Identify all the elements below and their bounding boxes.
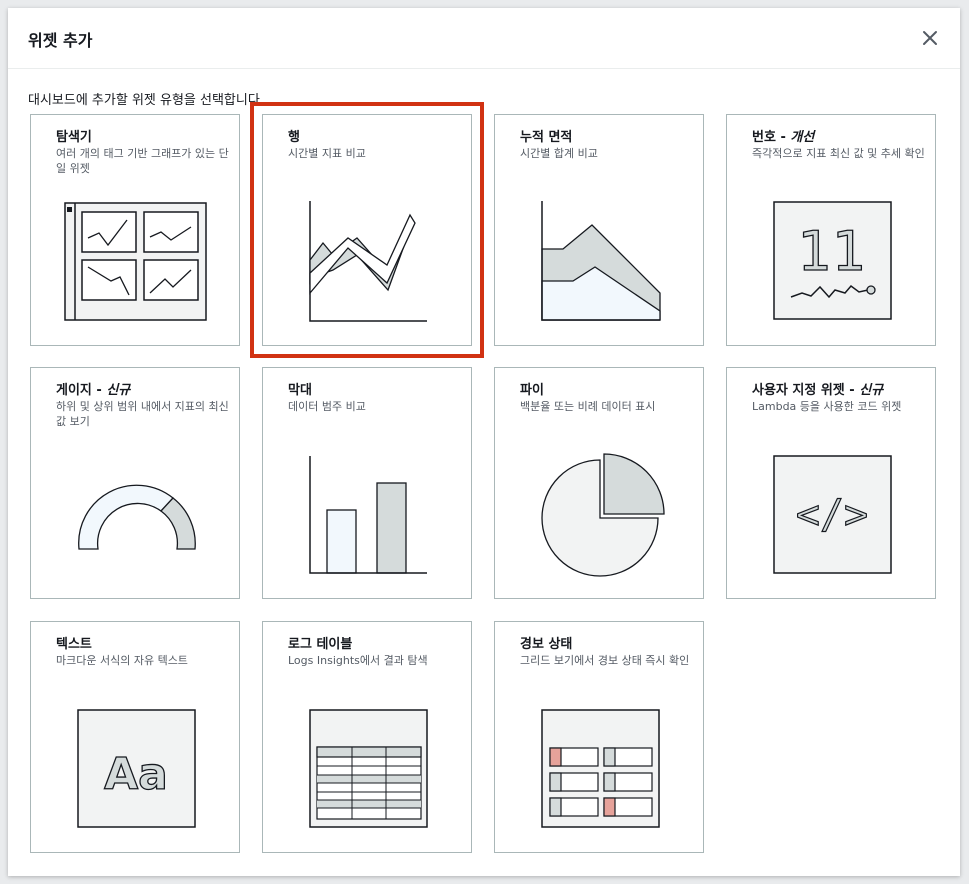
svg-text:11: 11 (798, 220, 867, 283)
widget-card-custom[interactable]: 사용자 지정 위젯 - 신규 Lambda 등을 사용한 코드 위젯 </> (726, 367, 936, 599)
svg-text:Aa: Aa (104, 749, 168, 800)
table-icon (309, 709, 428, 828)
widget-card-logs-table[interactable]: 로그 테이블 Logs Insights에서 결과 탐색 (262, 621, 472, 853)
widget-card-number[interactable]: 번호 - 개선 즉각적으로 지표 최신 값 및 추세 확인 11 (726, 114, 936, 346)
widget-card-stacked-area[interactable]: 누적 면적 시간별 합계 비교 (494, 114, 704, 346)
close-button[interactable] (918, 26, 942, 50)
pie-chart-icon (541, 453, 665, 577)
stacked-area-icon (541, 201, 661, 321)
explorer-icon (64, 202, 207, 321)
text-icon: Aa (77, 709, 196, 828)
widget-card-alarm-status[interactable]: 경보 상태 그리드 보기에서 경보 상태 즉시 확인 (494, 621, 704, 853)
modal-title: 위젯 추가 (28, 31, 93, 50)
widget-card-gauge[interactable]: 게이지 - 신규 하위 및 상위 범위 내에서 지표의 최신 값 보기 (30, 367, 240, 599)
bar-chart-icon (309, 456, 427, 574)
code-icon: </> (773, 455, 892, 574)
alarm-status-icon (541, 709, 660, 828)
widget-card-explorer[interactable]: 탐색기 여러 개의 태그 기반 그래프가 있는 단일 위젯 (30, 114, 240, 346)
number-icon: 11 (773, 201, 892, 320)
svg-text:</>: </> (796, 492, 868, 538)
widget-card-bar[interactable]: 막대 데이터 범주 비교 (262, 367, 472, 599)
line-chart-icon (309, 201, 427, 322)
widget-card-pie[interactable]: 파이 백분율 또는 비례 데이터 표시 (494, 367, 704, 599)
widget-card-line[interactable]: 행 시간별 지표 비교 (250, 102, 484, 358)
close-icon (923, 31, 937, 45)
widget-card-text[interactable]: 텍스트 마크다운 서식의 자유 텍스트 Aa (30, 621, 240, 853)
modal-header: 위젯 추가 (8, 8, 960, 69)
modal-description: 대시보드에 추가할 위젯 유형을 선택합니다. (28, 93, 264, 108)
gauge-icon (78, 484, 196, 550)
add-widget-modal: 위젯 추가 대시보드에 추가할 위젯 유형을 선택합니다. 탐색기 여러 개의 … (8, 8, 960, 876)
